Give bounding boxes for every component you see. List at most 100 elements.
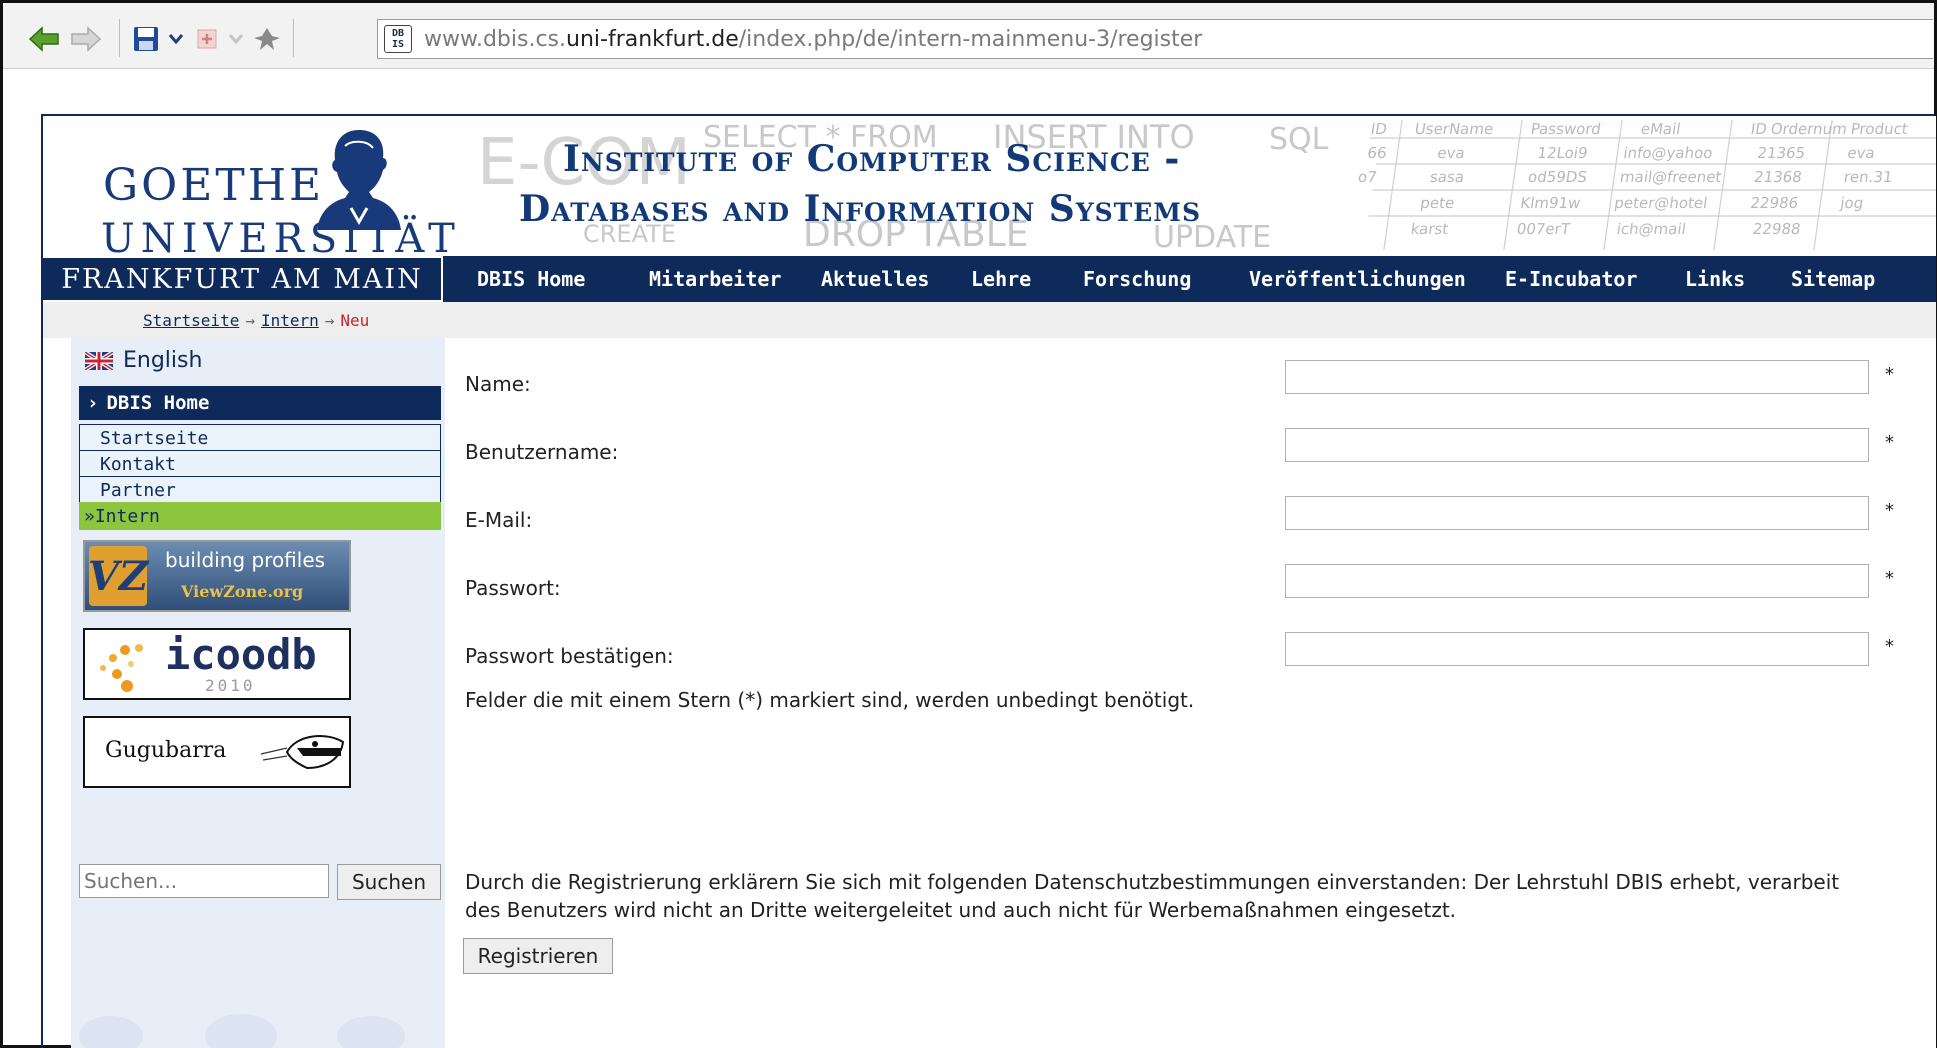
register-button[interactable]: Registrieren xyxy=(463,938,613,974)
nav-item-mitarbeiter[interactable]: Mitarbeiter xyxy=(649,256,781,302)
svg-text:ich@mail: ich@mail xyxy=(1616,220,1688,238)
forward-arrow-icon[interactable] xyxy=(69,23,103,55)
required-marker: * xyxy=(1885,432,1894,453)
icoodb-banner[interactable]: icoodb 2010 xyxy=(83,628,351,700)
password-confirm-field[interactable] xyxy=(1285,632,1869,666)
breadcrumb-link-intern[interactable]: Intern xyxy=(261,311,319,330)
privacy-text-line1-content: Durch die Registrierung erklärern Sie si… xyxy=(465,870,1840,894)
active-marker-icon: » xyxy=(84,505,95,527)
gugubarra-banner[interactable]: Gugubarra xyxy=(83,716,351,788)
name-field[interactable] xyxy=(1285,360,1869,394)
svg-text:od59DS: od59DS xyxy=(1527,168,1588,186)
sidebar-item-partner[interactable]: Partner xyxy=(79,476,441,504)
browser-toolbar: DB IS www.dbis.cs.uni-frankfurt.de/index… xyxy=(3,3,1934,69)
svg-text:karst: karst xyxy=(1410,220,1450,238)
web-page: GOETHE UNIVERSITÄT E-COM SELECT * FROM I… xyxy=(41,114,1936,1048)
sidebar-menu-title-label: DBIS Home xyxy=(106,392,210,414)
url-text[interactable]: www.dbis.cs.uni-frankfurt.de/index.php/d… xyxy=(424,27,1202,52)
nav-item-links[interactable]: Links xyxy=(1685,256,1745,302)
sidebar-item-intern[interactable]: » Intern xyxy=(79,502,441,530)
sidebar-item-startseite[interactable]: Startseite xyxy=(79,424,441,452)
sidebar-item-kontakt[interactable]: Kontakt xyxy=(79,450,441,478)
svg-text:jog: jog xyxy=(1838,194,1864,212)
language-switch[interactable]: English xyxy=(85,348,202,373)
svg-text:Ordernum: Ordernum xyxy=(1770,120,1848,138)
uk-flag-icon xyxy=(85,351,113,370)
logo-text-universitaet[interactable]: UNIVERSITÄT xyxy=(101,216,461,256)
svg-text:ren.31: ren.31 xyxy=(1843,168,1894,186)
required-marker: * xyxy=(1885,636,1894,657)
breadcrumb-link-startseite[interactable]: Startseite xyxy=(143,311,239,330)
kookaburra-bird-icon xyxy=(260,735,345,770)
nav-item-sitemap[interactable]: Sitemap xyxy=(1791,256,1875,302)
viewzone-tagline: building profiles xyxy=(165,548,326,572)
breadcrumb-current: Neu xyxy=(340,310,370,330)
email-field[interactable] xyxy=(1285,496,1869,530)
required-note: Felder die mit einem Stern (*) markiert … xyxy=(465,688,1195,712)
url-path: /index.php/de/intern-mainmenu-3/register xyxy=(738,26,1203,52)
header-banner: GOETHE UNIVERSITÄT E-COM SELECT * FROM I… xyxy=(43,116,1936,256)
password-field[interactable] xyxy=(1285,564,1869,598)
svg-text:21365: 21365 xyxy=(1756,144,1806,162)
logo-text-goethe[interactable]: GOETHE xyxy=(103,160,324,211)
gugubarra-name: Gugubarra xyxy=(105,738,227,763)
svg-text:eva: eva xyxy=(1436,144,1466,162)
required-marker: * xyxy=(1885,364,1894,385)
bird-icon[interactable] xyxy=(251,23,283,55)
svg-text:007erT: 007erT xyxy=(1516,220,1572,238)
nav-item-lehre[interactable]: Lehre xyxy=(971,256,1031,302)
url-prefix: www.dbis.cs. xyxy=(424,26,567,52)
svg-text:eva: eva xyxy=(1846,144,1876,162)
logo-text-frankfurt[interactable]: FRANKFURT AM MAIN xyxy=(43,256,443,302)
nav-item-veroeffentlichungen[interactable]: Veröffentlichungen xyxy=(1249,256,1466,302)
chevron-down-icon[interactable] xyxy=(165,23,187,55)
banner-table-decoration: ID UserName Password eMail ID Ordernum Product… xyxy=(1357,120,1936,250)
email-label: E-Mail: xyxy=(465,508,533,532)
back-arrow-icon[interactable] xyxy=(27,23,61,55)
username-label: Benutzername: xyxy=(465,440,619,464)
save-disk-icon[interactable] xyxy=(131,23,161,55)
nav-item-dbis-home[interactable]: DBIS Home xyxy=(477,256,585,302)
svg-text:66: 66 xyxy=(1366,144,1388,162)
nav-item-e-incubator[interactable]: E-Incubator xyxy=(1505,256,1637,302)
sidebar-item-intern-label: Intern xyxy=(94,505,160,527)
svg-text:Product: Product xyxy=(1850,120,1910,138)
search-button[interactable]: Suchen xyxy=(337,864,441,900)
toolbar-separator xyxy=(293,19,294,57)
add-bookmark-icon[interactable] xyxy=(193,23,221,55)
url-host: uni-frankfurt.de xyxy=(566,26,739,52)
svg-text:22986: 22986 xyxy=(1749,194,1799,212)
svg-text:ID: ID xyxy=(1750,120,1768,138)
banner-bg-decoration: SQL xyxy=(1269,122,1329,157)
svg-text:21368: 21368 xyxy=(1753,168,1803,186)
viewzone-logo-icon: VZ xyxy=(88,546,148,606)
svg-text:mail@freenet: mail@freenet xyxy=(1619,168,1723,186)
password-label: Passwort: xyxy=(465,576,561,600)
icoodb-dots-icon xyxy=(100,644,143,692)
nav-item-forschung[interactable]: Forschung xyxy=(1083,256,1191,302)
address-bar[interactable]: DB IS www.dbis.cs.uni-frankfurt.de/index… xyxy=(377,19,1933,59)
breadcrumb-separator: → xyxy=(324,310,335,330)
registration-form: Name: * Benutzername: * E-Mail: * Passwo… xyxy=(445,338,1936,1048)
svg-text:Password: Password xyxy=(1530,120,1603,138)
svg-text:ID: ID xyxy=(1370,120,1388,138)
svg-text:22988: 22988 xyxy=(1752,220,1802,238)
icoodb-year: 2010 xyxy=(205,676,256,695)
svg-text:info@yahoo: info@yahoo xyxy=(1622,144,1714,162)
svg-text:sasa: sasa xyxy=(1429,168,1466,186)
viewzone-banner[interactable]: VZ building profiles ViewZone.org xyxy=(83,540,351,612)
svg-text:peter@hotel: peter@hotel xyxy=(1613,194,1708,212)
chevron-down-icon[interactable] xyxy=(225,23,247,55)
breadcrumb: Startseite → Intern → Neu xyxy=(43,302,1936,338)
required-marker: * xyxy=(1885,568,1894,589)
username-field[interactable] xyxy=(1285,428,1869,462)
svg-text:Klm91w: Klm91w xyxy=(1519,194,1581,212)
sidebar-footer-decoration xyxy=(79,1014,405,1048)
sidebar-menu-title[interactable]: › DBIS Home xyxy=(79,386,441,420)
search-input[interactable] xyxy=(79,864,329,898)
nav-item-aktuelles[interactable]: Aktuelles xyxy=(821,256,929,302)
main-navigation: FRANKFURT AM MAIN DBIS Home Mitarbeiter … xyxy=(43,256,1936,302)
privacy-text-line2: des Benutzers wird nicht an Dritte weite… xyxy=(465,898,1457,922)
chevron-right-icon: › xyxy=(87,392,99,414)
password-confirm-label: Passwort bestätigen: xyxy=(465,644,674,668)
